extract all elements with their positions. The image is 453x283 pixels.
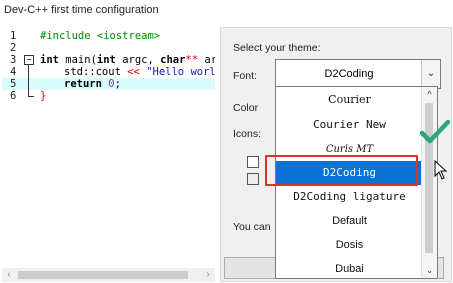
line-number: 3 xyxy=(10,54,17,66)
line-number: 4 xyxy=(10,66,17,78)
font-option[interactable]: Courier xyxy=(276,88,423,112)
font-option[interactable]: Dubai xyxy=(276,257,423,278)
font-option[interactable]: D2Coding ligature xyxy=(276,185,423,209)
code-text: } xyxy=(40,90,47,102)
font-select[interactable]: D2Coding ⌄ xyxy=(275,59,441,89)
line-number: 5 xyxy=(10,78,17,90)
code-editor[interactable]: 1 #include <iostream> 2 3 − int main(int… xyxy=(2,26,215,266)
fold-guide-end xyxy=(28,96,34,97)
line-number: 6 xyxy=(10,90,17,102)
theme-label: Select your theme: xyxy=(233,42,321,54)
fold-guide xyxy=(28,65,29,96)
line-number: 2 xyxy=(10,42,17,54)
chevron-down-icon[interactable]: ⌄ xyxy=(422,265,437,276)
fold-minus-icon[interactable]: − xyxy=(24,55,34,65)
font-option[interactable]: Dosis xyxy=(276,233,423,257)
font-option[interactable]: Courier New xyxy=(276,113,423,137)
code-text: return 0; xyxy=(64,78,121,90)
code-line-3: 3 − int main(int argc, char** argv) xyxy=(2,54,215,66)
code-line-2: 2 xyxy=(2,42,215,54)
checkmark-icon xyxy=(420,119,450,144)
icon-set-radio[interactable] xyxy=(247,173,259,185)
code-text: int main(int argc, char** argv) xyxy=(40,54,215,66)
color-label: Color xyxy=(233,102,259,114)
chevron-left-icon[interactable]: ‹ xyxy=(2,268,16,282)
icon-set-radio[interactable] xyxy=(247,156,259,168)
dropdown-scrollbar[interactable]: ^ ⌄ xyxy=(421,87,437,278)
horizontal-scrollbar[interactable]: ‹ › xyxy=(2,268,215,282)
code-line-1: 1 #include <iostream> xyxy=(2,30,215,42)
font-select-value: D2Coding xyxy=(324,68,374,80)
font-option[interactable]: Default xyxy=(276,209,423,233)
line-number: 1 xyxy=(10,30,17,42)
mouse-pointer-icon xyxy=(434,160,448,180)
font-label: Font: xyxy=(233,70,257,82)
code-line-4: 4 std::cout << "Hello world!\ xyxy=(2,66,215,78)
highlight-frame xyxy=(265,155,418,186)
scrollbar-thumb[interactable] xyxy=(18,271,188,279)
info-text: You can xyxy=(233,221,271,233)
chevron-down-icon[interactable]: ⌄ xyxy=(421,60,440,88)
window-title: Dev-C++ first time configuration xyxy=(4,4,159,16)
code-text: #include <iostream> xyxy=(40,30,161,42)
chevron-right-icon[interactable]: › xyxy=(201,268,215,282)
icons-label: Icons: xyxy=(233,128,262,140)
chevron-up-icon[interactable]: ^ xyxy=(422,89,437,99)
code-text: std::cout << "Hello world!\ xyxy=(64,66,215,78)
code-line-5: 5 return 0; xyxy=(2,78,215,90)
